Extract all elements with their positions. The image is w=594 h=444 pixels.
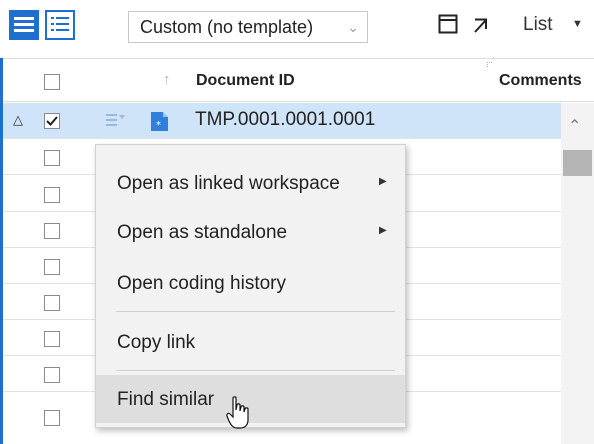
row-checkbox[interactable] xyxy=(44,113,60,129)
menu-item-label: Open as standalone xyxy=(117,222,288,243)
hand-pointer-icon xyxy=(226,396,249,429)
row-menu-icon[interactable] xyxy=(106,114,126,126)
row-checkbox[interactable] xyxy=(44,150,60,166)
document-id-cell: TMP.0001.0001.0001 xyxy=(195,109,376,130)
context-menu: Open as linked workspace ▶ Open as stand… xyxy=(95,144,406,428)
row-checkbox[interactable] xyxy=(44,410,60,426)
menu-separator xyxy=(116,311,395,312)
list-mode-label[interactable]: List xyxy=(523,14,553,36)
list-view-button[interactable] xyxy=(9,10,39,40)
row-checkbox[interactable] xyxy=(44,259,60,275)
column-header-document-id[interactable]: Document ID xyxy=(196,72,295,90)
select-all-checkbox[interactable] xyxy=(44,74,60,90)
submenu-arrow-icon: ▶ xyxy=(379,176,387,187)
caret-down-icon[interactable]: ▼ xyxy=(572,18,583,30)
table-row[interactable]: △ * TMP.0001.0001.0001 xyxy=(3,103,561,139)
menu-item-copy-link[interactable]: Copy link xyxy=(96,323,405,363)
row-checkbox[interactable] xyxy=(44,187,60,203)
menu-item-open-coding-history[interactable]: Open coding history xyxy=(96,264,405,304)
column-header-comments[interactable]: Comments xyxy=(499,72,582,90)
row-checkbox[interactable] xyxy=(44,295,60,311)
scrollbar-thumb[interactable] xyxy=(563,150,592,176)
svg-text:*: * xyxy=(156,120,161,131)
template-select[interactable]: Custom (no template) ⌄ xyxy=(128,11,368,43)
grid-header: ↑ Document ID Comments xyxy=(3,58,594,102)
menu-item-open-linked-workspace[interactable]: Open as linked workspace ▶ xyxy=(96,164,405,204)
checkmark-icon xyxy=(46,116,58,126)
minimize-window-icon[interactable] xyxy=(438,14,458,34)
pop-out-icon[interactable] xyxy=(473,17,490,34)
submenu-arrow-icon: ▶ xyxy=(379,225,387,236)
toolbar: Custom (no template) ⌄ List ▼ xyxy=(0,0,594,58)
expand-triangle-icon[interactable]: △ xyxy=(13,112,23,128)
scroll-up-icon[interactable]: ⌃ xyxy=(568,116,581,136)
menu-item-open-standalone[interactable]: Open as standalone ▶ xyxy=(96,213,405,253)
chevron-down-icon: ⌄ xyxy=(347,19,359,35)
menu-item-label: Open coding history xyxy=(117,273,286,294)
row-checkbox[interactable] xyxy=(44,367,60,383)
row-checkbox[interactable] xyxy=(44,331,60,347)
sort-arrow-icon[interactable]: ↑ xyxy=(163,71,171,88)
menu-item-label: Open as linked workspace xyxy=(117,173,340,194)
template-select-value: Custom (no template) xyxy=(140,17,314,37)
column-resize-grip[interactable] xyxy=(487,62,492,67)
document-icon: * xyxy=(151,112,168,131)
menu-item-label: Find similar xyxy=(117,389,215,410)
menu-item-label: Copy link xyxy=(117,332,196,353)
detail-view-button[interactable] xyxy=(45,10,75,40)
row-checkbox[interactable] xyxy=(44,223,60,239)
menu-separator xyxy=(116,370,395,371)
